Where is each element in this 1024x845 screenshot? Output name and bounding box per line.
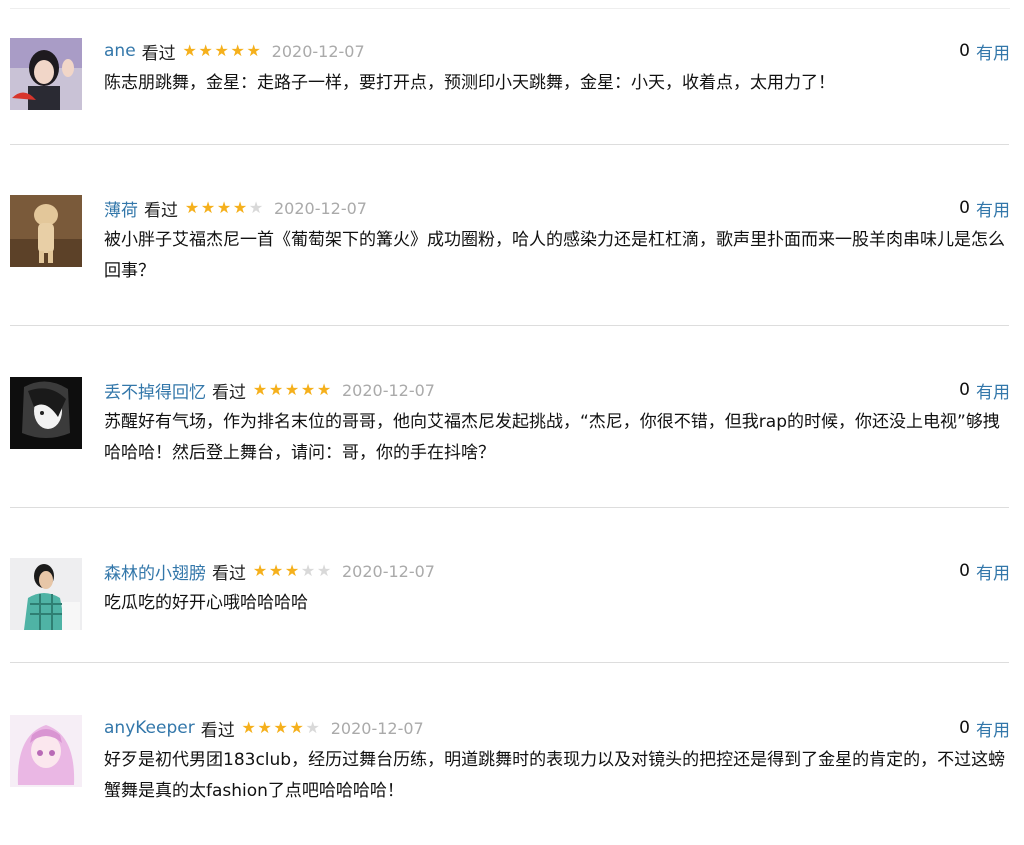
- star-filled-icon: ★: [214, 41, 229, 60]
- divider: [10, 144, 1009, 145]
- top-divider: [10, 8, 1010, 9]
- vote-area: 0 有用: [959, 715, 1010, 741]
- star-filled-icon: ★: [257, 718, 272, 737]
- comment-item: 森林的小翅膀 看过 ★ ★ ★ ★ ★ 2020-12-07 0 有用 吃瓜吃的好开心哦…: [0, 558, 1024, 688]
- star-empty-icon: ★: [316, 561, 332, 580]
- user-name-link[interactable]: 薄荷: [104, 196, 138, 221]
- star-filled-icon: ★: [284, 561, 300, 580]
- vote-count: 0: [959, 198, 970, 218]
- useful-button[interactable]: 有用: [976, 559, 1010, 584]
- comment-meta: 薄荷 看过 ★ ★ ★ ★ ★ 2020-12-07: [104, 195, 367, 221]
- star-filled-icon: ★: [316, 380, 332, 399]
- rating-stars: ★ ★ ★ ★ ★: [252, 563, 332, 579]
- star-filled-icon: ★: [216, 198, 232, 217]
- comment-text: 好歹是初代男团183club，经历过舞台历练，明道跳舞时的表现力以及对镜头的把控…: [104, 750, 1006, 801]
- rating-stars: ★ ★ ★ ★ ★: [252, 382, 332, 398]
- star-filled-icon: ★: [268, 561, 284, 580]
- divider: [10, 325, 1009, 326]
- comment-list: ane 看过 ★ ★ ★ ★ ★ 2020-12-07 0 有用 陈志朋跳舞，金星：走路…: [0, 0, 1024, 840]
- comment-item: 丢不掉得回忆 看过 ★ ★ ★ ★ ★ 2020-12-07 0 有用 苏醒好有气场，作…: [0, 377, 1024, 507]
- vote-area: 0 有用: [959, 377, 1010, 403]
- avatar[interactable]: [10, 195, 82, 267]
- star-filled-icon: ★: [300, 380, 316, 399]
- star-filled-icon: ★: [232, 198, 248, 217]
- useful-button[interactable]: 有用: [976, 378, 1010, 403]
- vote-count: 0: [959, 718, 970, 738]
- rating-stars: ★ ★ ★ ★ ★: [182, 43, 262, 59]
- comment-meta: 森林的小翅膀 看过 ★ ★ ★ ★ ★ 2020-12-07: [104, 558, 435, 584]
- user-name-link[interactable]: 森林的小翅膀: [104, 559, 206, 584]
- useful-button[interactable]: 有用: [976, 716, 1010, 741]
- useful-button[interactable]: 有用: [976, 39, 1010, 64]
- useful-button[interactable]: 有用: [976, 196, 1010, 221]
- star-filled-icon: ★: [198, 41, 213, 60]
- comment-meta: 丢不掉得回忆 看过 ★ ★ ★ ★ ★ 2020-12-07: [104, 377, 435, 403]
- vote-area: 0 有用: [959, 38, 1010, 64]
- comment-date: 2020-12-07: [342, 561, 435, 581]
- rating-stars: ★ ★ ★ ★ ★: [184, 200, 264, 216]
- watch-status: 看过: [144, 200, 178, 221]
- watch-status: 看过: [141, 43, 176, 64]
- star-empty-icon: ★: [248, 198, 264, 217]
- user-name-link[interactable]: 丢不掉得回忆: [104, 378, 206, 403]
- watch-status: 看过: [212, 382, 246, 403]
- comment-text: 苏醒好有气场，作为排名末位的哥哥，他向艾福杰尼发起挑战，“杰尼，你很不错，但我r…: [104, 412, 1000, 463]
- comment-text: 被小胖子艾福杰尼一首《葡萄架下的篝火》成功圈粉，哈人的感染力还是杠杠滴，歌声里扑…: [104, 230, 1005, 281]
- star-filled-icon: ★: [289, 718, 304, 737]
- comment-text: 吃瓜吃的好开心哦哈哈哈哈: [104, 593, 308, 613]
- comment-text: 陈志朋跳舞，金星：走路子一样，要打开点，预测印小天跳舞，金星：小天，收着点，太用…: [104, 73, 835, 93]
- star-empty-icon: ★: [305, 718, 320, 737]
- star-filled-icon: ★: [230, 41, 245, 60]
- avatar[interactable]: [10, 558, 82, 630]
- watch-status: 看过: [200, 720, 235, 741]
- vote-count: 0: [959, 561, 970, 581]
- comment-date: 2020-12-07: [271, 41, 365, 61]
- divider: [10, 507, 1009, 508]
- vote-count: 0: [959, 41, 970, 61]
- comment-meta: ane 看过 ★ ★ ★ ★ ★ 2020-12-07: [104, 38, 365, 64]
- star-filled-icon: ★: [182, 41, 197, 60]
- rating-stars: ★ ★ ★ ★ ★: [241, 720, 321, 736]
- comment-date: 2020-12-07: [274, 198, 367, 218]
- vote-area: 0 有用: [959, 558, 1010, 584]
- watch-status: 看过: [212, 563, 246, 584]
- comment-date: 2020-12-07: [342, 380, 435, 400]
- divider: [10, 662, 1009, 663]
- comment-date: 2020-12-07: [330, 718, 424, 738]
- star-filled-icon: ★: [284, 380, 300, 399]
- avatar[interactable]: [10, 715, 82, 787]
- star-filled-icon: ★: [252, 561, 268, 580]
- vote-area: 0 有用: [959, 195, 1010, 221]
- comment-item: 薄荷 看过 ★ ★ ★ ★ ★ 2020-12-07 0 有用 被小胖子艾福杰尼一首《葡…: [0, 195, 1024, 325]
- comment-item: ane 看过 ★ ★ ★ ★ ★ 2020-12-07 0 有用 陈志朋跳舞，金星：走路…: [0, 38, 1024, 168]
- avatar[interactable]: [10, 38, 82, 110]
- star-filled-icon: ★: [200, 198, 216, 217]
- avatar[interactable]: [10, 377, 82, 449]
- comment-item: anyKeeper 看过 ★ ★ ★ ★ ★ 2020-12-07 0 有用 好歹是初代…: [0, 715, 1024, 845]
- star-empty-icon: ★: [300, 561, 316, 580]
- star-filled-icon: ★: [268, 380, 284, 399]
- user-name-link[interactable]: anyKeeper: [104, 718, 195, 738]
- star-filled-icon: ★: [273, 718, 288, 737]
- star-filled-icon: ★: [246, 41, 261, 60]
- comment-meta: anyKeeper 看过 ★ ★ ★ ★ ★ 2020-12-07: [104, 715, 424, 741]
- user-name-link[interactable]: ane: [104, 41, 136, 61]
- vote-count: 0: [959, 380, 970, 400]
- star-filled-icon: ★: [184, 198, 200, 217]
- star-filled-icon: ★: [252, 380, 268, 399]
- star-filled-icon: ★: [241, 718, 256, 737]
